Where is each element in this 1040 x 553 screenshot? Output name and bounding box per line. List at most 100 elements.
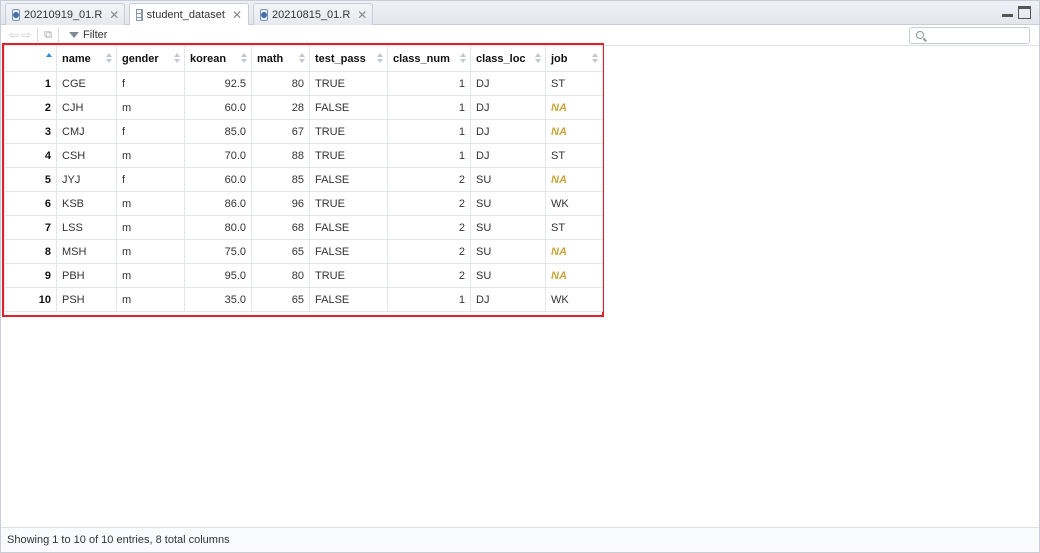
table-cell: m bbox=[116, 95, 185, 120]
table-cell: NA bbox=[545, 119, 603, 144]
table-cell: 2 bbox=[387, 191, 471, 216]
r-script-icon bbox=[260, 8, 268, 21]
column-header-class-loc[interactable]: class_loc bbox=[470, 45, 546, 72]
table-cell: m bbox=[116, 191, 185, 216]
sort-icon bbox=[460, 53, 466, 63]
table-cell: WK bbox=[545, 287, 603, 312]
table-cell: 96 bbox=[251, 191, 310, 216]
table-cell: 68 bbox=[251, 215, 310, 240]
row-number: 8 bbox=[4, 239, 57, 264]
column-header-job[interactable]: job bbox=[545, 45, 603, 72]
close-icon[interactable]: ✕ bbox=[357, 8, 367, 22]
table-cell: 2 bbox=[387, 215, 471, 240]
table-cell: DJ bbox=[470, 71, 546, 96]
table-cell: SU bbox=[470, 215, 546, 240]
table-cell: m bbox=[116, 143, 185, 168]
column-label: job bbox=[551, 52, 568, 65]
sort-ascending-icon bbox=[46, 53, 52, 63]
back-arrow-icon[interactable]: ⇦ bbox=[9, 28, 19, 42]
table-cell: CSH bbox=[56, 143, 117, 168]
tab-student-dataset[interactable]: student_dataset ✕ bbox=[129, 3, 249, 26]
history-nav: ⇦ ⇨ bbox=[9, 28, 31, 42]
tab-label: 20210815_01.R bbox=[272, 8, 351, 21]
row-number: 6 bbox=[4, 191, 57, 216]
minimize-icon[interactable] bbox=[1001, 6, 1014, 19]
table-row[interactable]: 1 CGE f 92.5 80 TRUE 1 DJ ST bbox=[4, 71, 603, 96]
toolbar-divider bbox=[37, 28, 39, 42]
table-cell: DJ bbox=[470, 143, 546, 168]
close-icon[interactable]: ✕ bbox=[109, 8, 119, 22]
tab-20210815-r[interactable]: 20210815_01.R ✕ bbox=[253, 3, 373, 25]
sort-icon bbox=[299, 53, 305, 63]
sort-icon bbox=[106, 53, 112, 63]
row-number: 2 bbox=[4, 95, 57, 120]
table-cell: 80.0 bbox=[184, 215, 252, 240]
table-row[interactable]: 7 LSS m 80.0 68 FALSE 2 SU ST bbox=[4, 215, 603, 240]
close-icon[interactable]: ✕ bbox=[232, 8, 242, 22]
column-header-korean[interactable]: korean bbox=[184, 45, 252, 72]
maximize-icon[interactable] bbox=[1018, 6, 1031, 19]
sort-icon bbox=[535, 53, 541, 63]
table-cell: SU bbox=[470, 263, 546, 288]
forward-arrow-icon[interactable]: ⇨ bbox=[21, 28, 31, 42]
row-number: 5 bbox=[4, 167, 57, 192]
table-cell: NA bbox=[545, 263, 603, 288]
search-input[interactable] bbox=[909, 27, 1030, 44]
table-cell: 2 bbox=[387, 239, 471, 264]
column-label: test_pass bbox=[315, 52, 366, 65]
table-cell: DJ bbox=[470, 95, 546, 120]
tab-20210919-r[interactable]: 20210919_01.R ✕ bbox=[5, 3, 125, 25]
table-cell: 70.0 bbox=[184, 143, 252, 168]
filter-button[interactable]: Filter bbox=[68, 29, 107, 41]
table-cell: TRUE bbox=[309, 143, 388, 168]
column-header-test-pass[interactable]: test_pass bbox=[309, 45, 388, 72]
table-body: 1 CGE f 92.5 80 TRUE 1 DJ ST 2 CJH m 60.0 28 FALSE 1 DJ N… bbox=[4, 71, 603, 312]
table-cell: SU bbox=[470, 191, 546, 216]
table-cell: DJ bbox=[470, 119, 546, 144]
table-cell: CGE bbox=[56, 71, 117, 96]
table-row[interactable]: 9 PBH m 95.0 80 TRUE 2 SU NA bbox=[4, 263, 603, 288]
tab-bar: 20210919_01.R ✕ student_dataset ✕ 202108… bbox=[1, 1, 1039, 26]
tab-label: 20210919_01.R bbox=[24, 8, 103, 21]
table-cell: NA bbox=[545, 239, 603, 264]
table-cell: JYJ bbox=[56, 167, 117, 192]
table-row[interactable]: 10 PSH m 35.0 65 FALSE 1 DJ WK bbox=[4, 287, 603, 312]
sort-icon bbox=[241, 53, 247, 63]
column-label: name bbox=[62, 52, 91, 65]
table-cell: 1 bbox=[387, 95, 471, 120]
status-bar: Showing 1 to 10 of 10 entries, 8 total c… bbox=[1, 527, 1039, 552]
table-cell: 1 bbox=[387, 287, 471, 312]
row-number: 1 bbox=[4, 71, 57, 96]
column-header-class-num[interactable]: class_num bbox=[387, 45, 471, 72]
row-number-header[interactable] bbox=[4, 45, 57, 72]
table-cell: SU bbox=[470, 239, 546, 264]
table-cell: 88 bbox=[251, 143, 310, 168]
column-header-gender[interactable]: gender bbox=[116, 45, 185, 72]
popout-icon[interactable]: ⧉ bbox=[44, 29, 52, 42]
row-number: 9 bbox=[4, 263, 57, 288]
table-cell: CJH bbox=[56, 95, 117, 120]
table-cell: 85 bbox=[251, 167, 310, 192]
table-cell: NA bbox=[545, 95, 603, 120]
table-cell: 95.0 bbox=[184, 263, 252, 288]
column-header-name[interactable]: name bbox=[56, 45, 117, 72]
table-cell: 1 bbox=[387, 71, 471, 96]
table-row[interactable]: 5 JYJ f 60.0 85 FALSE 2 SU NA bbox=[4, 167, 603, 192]
table-row[interactable]: 2 CJH m 60.0 28 FALSE 1 DJ NA bbox=[4, 95, 603, 120]
table-cell: f bbox=[116, 71, 185, 96]
table-row[interactable]: 4 CSH m 70.0 88 TRUE 1 DJ ST bbox=[4, 143, 603, 168]
table-cell: TRUE bbox=[309, 119, 388, 144]
table-cell: FALSE bbox=[309, 95, 388, 120]
table-cell: FALSE bbox=[309, 215, 388, 240]
table-cell: m bbox=[116, 287, 185, 312]
table-row[interactable]: 8 MSH m 75.0 65 FALSE 2 SU NA bbox=[4, 239, 603, 264]
table-cell: FALSE bbox=[309, 167, 388, 192]
column-label: gender bbox=[122, 52, 159, 65]
table-row[interactable]: 3 CMJ f 85.0 67 TRUE 1 DJ NA bbox=[4, 119, 603, 144]
table-cell: 65 bbox=[251, 239, 310, 264]
data-table: name gender korean math test_pass class_… bbox=[4, 45, 603, 312]
row-number: 10 bbox=[4, 287, 57, 312]
table-row[interactable]: 6 KSB m 86.0 96 TRUE 2 SU WK bbox=[4, 191, 603, 216]
column-header-math[interactable]: math bbox=[251, 45, 310, 72]
table-cell: LSS bbox=[56, 215, 117, 240]
